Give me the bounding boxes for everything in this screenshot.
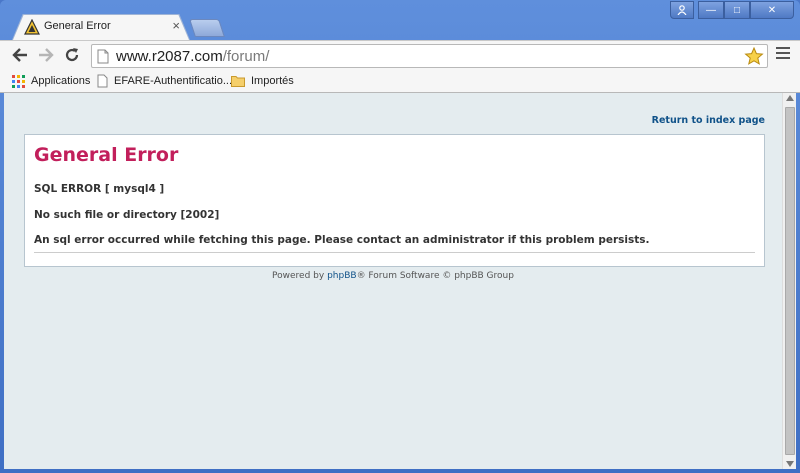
- close-tab-icon[interactable]: ×: [172, 19, 180, 33]
- tab-strip: General Error × — □ ✕: [0, 0, 800, 40]
- bookmarks-bar: Applications EFARE-Authentificatio... Im…: [0, 69, 800, 93]
- user-icon[interactable]: [670, 1, 694, 19]
- page-viewport: Return to index page General Error SQL E…: [4, 93, 782, 469]
- vertical-scrollbar[interactable]: [782, 93, 796, 469]
- page-icon: [97, 74, 108, 88]
- apps-grid-icon: [12, 74, 25, 88]
- window-controls: — □ ✕: [670, 1, 794, 19]
- maximize-button[interactable]: □: [724, 1, 750, 19]
- scroll-up-icon[interactable]: [786, 95, 794, 101]
- error-message: SQL ERROR [ mysql4 ]: [34, 183, 165, 195]
- forward-arrow-icon: [39, 48, 54, 62]
- page-icon: [97, 49, 109, 64]
- close-window-button[interactable]: ✕: [750, 1, 794, 19]
- bookmark-applications[interactable]: Applications: [12, 73, 90, 89]
- browser-window: General Error × — □ ✕ www.r2087.com/foru…: [0, 0, 800, 473]
- reload-button[interactable]: [62, 45, 82, 65]
- forward-button[interactable]: [36, 45, 56, 65]
- browser-toolbar: www.r2087.com/forum/: [0, 40, 800, 69]
- footer-prefix: Powered by: [272, 271, 328, 281]
- menu-icon[interactable]: [776, 47, 790, 63]
- phpbb-link[interactable]: phpBB: [327, 271, 356, 281]
- return-to-index-link[interactable]: Return to index page: [652, 115, 765, 126]
- divider: [34, 252, 755, 253]
- back-button[interactable]: [10, 45, 30, 65]
- error-title: General Error: [34, 144, 179, 166]
- new-tab-button[interactable]: [189, 19, 225, 37]
- bookmark-label: Importés: [251, 75, 294, 87]
- footer-suffix: ® Forum Software © phpBB Group: [356, 271, 514, 281]
- scrollbar-thumb[interactable]: [785, 107, 795, 455]
- url-text: www.r2087.com/forum/: [116, 48, 270, 65]
- folder-icon: [231, 76, 245, 87]
- back-arrow-icon: [12, 48, 27, 62]
- warning-icon: [24, 19, 40, 35]
- address-bar[interactable]: www.r2087.com/forum/: [91, 44, 768, 68]
- error-message: No such file or directory [2002]: [34, 209, 220, 221]
- bookmark-folder-imported[interactable]: Importés: [231, 73, 294, 89]
- reload-icon: [65, 48, 79, 62]
- bookmark-efare[interactable]: EFARE-Authentificatio...: [97, 73, 232, 89]
- tab-title: General Error: [44, 20, 111, 32]
- error-panel: General Error SQL ERROR [ mysql4 ] No su…: [24, 134, 765, 267]
- bookmark-label: EFARE-Authentificatio...: [114, 75, 232, 87]
- bookmark-label: Applications: [31, 75, 91, 87]
- bookmark-star-icon[interactable]: [744, 46, 764, 66]
- page-footer: Powered by phpBB® Forum Software © phpBB…: [4, 271, 782, 281]
- tab-general-error[interactable]: General Error ×: [12, 14, 190, 40]
- scroll-down-icon[interactable]: [786, 461, 794, 467]
- error-message: An sql error occurred while fetching thi…: [34, 234, 650, 246]
- minimize-button[interactable]: —: [698, 1, 724, 19]
